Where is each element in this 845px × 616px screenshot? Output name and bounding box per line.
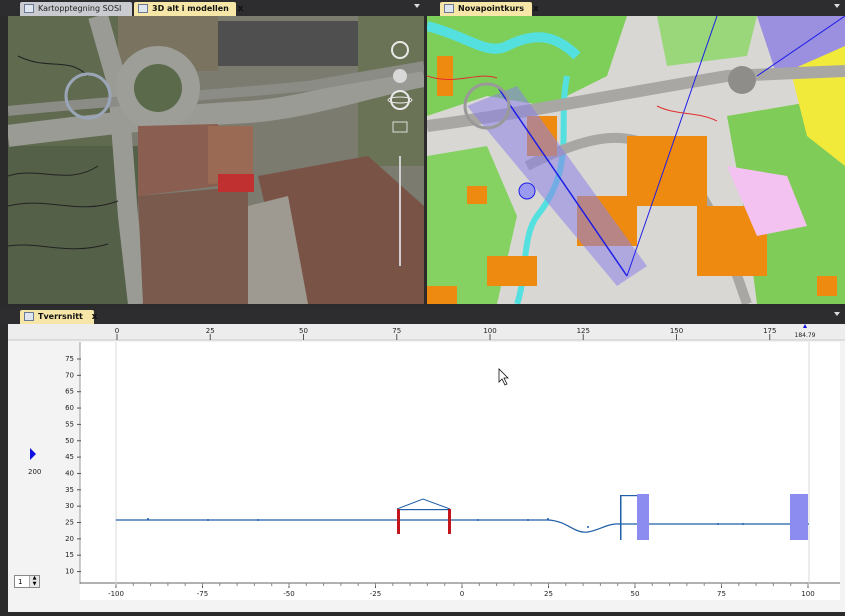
close-icon[interactable]: x bbox=[92, 312, 98, 322]
tab-label: Tverrsnitt bbox=[38, 312, 83, 321]
stepper-value: 1 bbox=[18, 578, 23, 586]
offset-label: -100 bbox=[108, 590, 124, 598]
cross-section-chart: 0 25 50 75 100 125 150 175 75706560555045403530… bbox=[8, 324, 845, 600]
culvert-wall-left bbox=[397, 509, 400, 534]
chevron-down-icon[interactable] bbox=[414, 4, 420, 8]
window-icon bbox=[444, 4, 454, 13]
ruler-tick-label: 175 bbox=[763, 327, 776, 335]
ruler-tick-label: 150 bbox=[670, 327, 683, 335]
elevation-label: 20 bbox=[65, 535, 74, 543]
tab-3d-alt-i-modellen[interactable]: 3D alt i modellen x bbox=[134, 2, 243, 16]
zoom-stepper[interactable]: 1 ▲ ▼ bbox=[14, 575, 40, 588]
elevation-label: 65 bbox=[65, 388, 74, 396]
offset-label: 50 bbox=[631, 590, 640, 598]
3d-aerial-image bbox=[8, 16, 424, 304]
elevation-label: 30 bbox=[65, 502, 74, 510]
elevation-label: 60 bbox=[65, 404, 74, 412]
offset-label: 25 bbox=[544, 590, 553, 598]
tab-label: 3D alt i modellen bbox=[152, 4, 229, 13]
close-icon[interactable]: x bbox=[533, 4, 539, 14]
elevation-label: 40 bbox=[65, 469, 74, 477]
window-icon bbox=[138, 4, 148, 13]
tab-novapointkurs[interactable]: Novapointkurs x bbox=[440, 2, 539, 16]
elevation-label: 45 bbox=[65, 453, 74, 461]
ruler-tick-label: 25 bbox=[206, 327, 215, 335]
tab-label: Novapointkurs bbox=[458, 4, 525, 13]
close-icon[interactable]: x bbox=[238, 4, 244, 14]
elevation-label: 10 bbox=[65, 568, 74, 576]
tab-tverrsnitt[interactable]: Tverrsnitt x bbox=[20, 310, 97, 324]
ruler-tick-label: 100 bbox=[483, 327, 496, 335]
culvert-wall-right bbox=[448, 509, 451, 534]
blue-triangle-icon[interactable] bbox=[30, 448, 36, 460]
elevation-label: 75 bbox=[65, 355, 74, 363]
structure-block bbox=[637, 494, 649, 540]
plan-map bbox=[427, 16, 845, 304]
offset-label: -25 bbox=[370, 590, 381, 598]
elevation-label: 15 bbox=[65, 551, 74, 559]
station-marker-label: 184.79 bbox=[795, 332, 816, 339]
elevation-label: 50 bbox=[65, 437, 74, 445]
3d-view[interactable] bbox=[8, 16, 424, 304]
offset-label: 75 bbox=[717, 590, 726, 598]
bottom-tab-strip: Tverrsnitt x bbox=[0, 308, 845, 324]
stepper-arrows-icon[interactable]: ▲ ▼ bbox=[29, 575, 39, 587]
scale-value: 200 bbox=[28, 468, 41, 476]
offset-label: 0 bbox=[460, 590, 464, 598]
elevation-label: 25 bbox=[65, 519, 74, 527]
structure-block bbox=[790, 494, 808, 540]
left-tab-strip: Kartopptegning SOSI 3D alt i modellen x bbox=[0, 0, 425, 16]
window-icon bbox=[24, 312, 34, 321]
offset-label: -75 bbox=[197, 590, 208, 598]
station-ruler bbox=[8, 324, 845, 340]
ruler-tick-label: 75 bbox=[392, 327, 401, 335]
offset-label: -50 bbox=[283, 590, 294, 598]
ruler-tick-label: 0 bbox=[115, 327, 119, 335]
map-view[interactable] bbox=[427, 16, 845, 304]
ruler-tick-label: 50 bbox=[299, 327, 308, 335]
tab-kartopptegning-sosi[interactable]: Kartopptegning SOSI bbox=[20, 2, 132, 16]
chevron-down-icon[interactable] bbox=[834, 4, 840, 8]
elevation-label: 55 bbox=[65, 420, 74, 428]
right-tab-strip: Novapointkurs x bbox=[426, 0, 845, 16]
elevation-label: 35 bbox=[65, 486, 74, 494]
cross-section-panel[interactable]: 0 25 50 75 100 125 150 175 75 70 65 60 55 50 45 40 35 30… bbox=[8, 324, 845, 612]
chevron-down-icon[interactable] bbox=[834, 312, 840, 316]
elevation-label: 70 bbox=[65, 371, 74, 379]
plot-area bbox=[80, 342, 840, 600]
ruler-tick-label: 125 bbox=[577, 327, 590, 335]
window-icon bbox=[24, 4, 34, 13]
offset-label: 100 bbox=[801, 590, 814, 598]
tab-label: Kartopptegning SOSI bbox=[38, 4, 122, 13]
